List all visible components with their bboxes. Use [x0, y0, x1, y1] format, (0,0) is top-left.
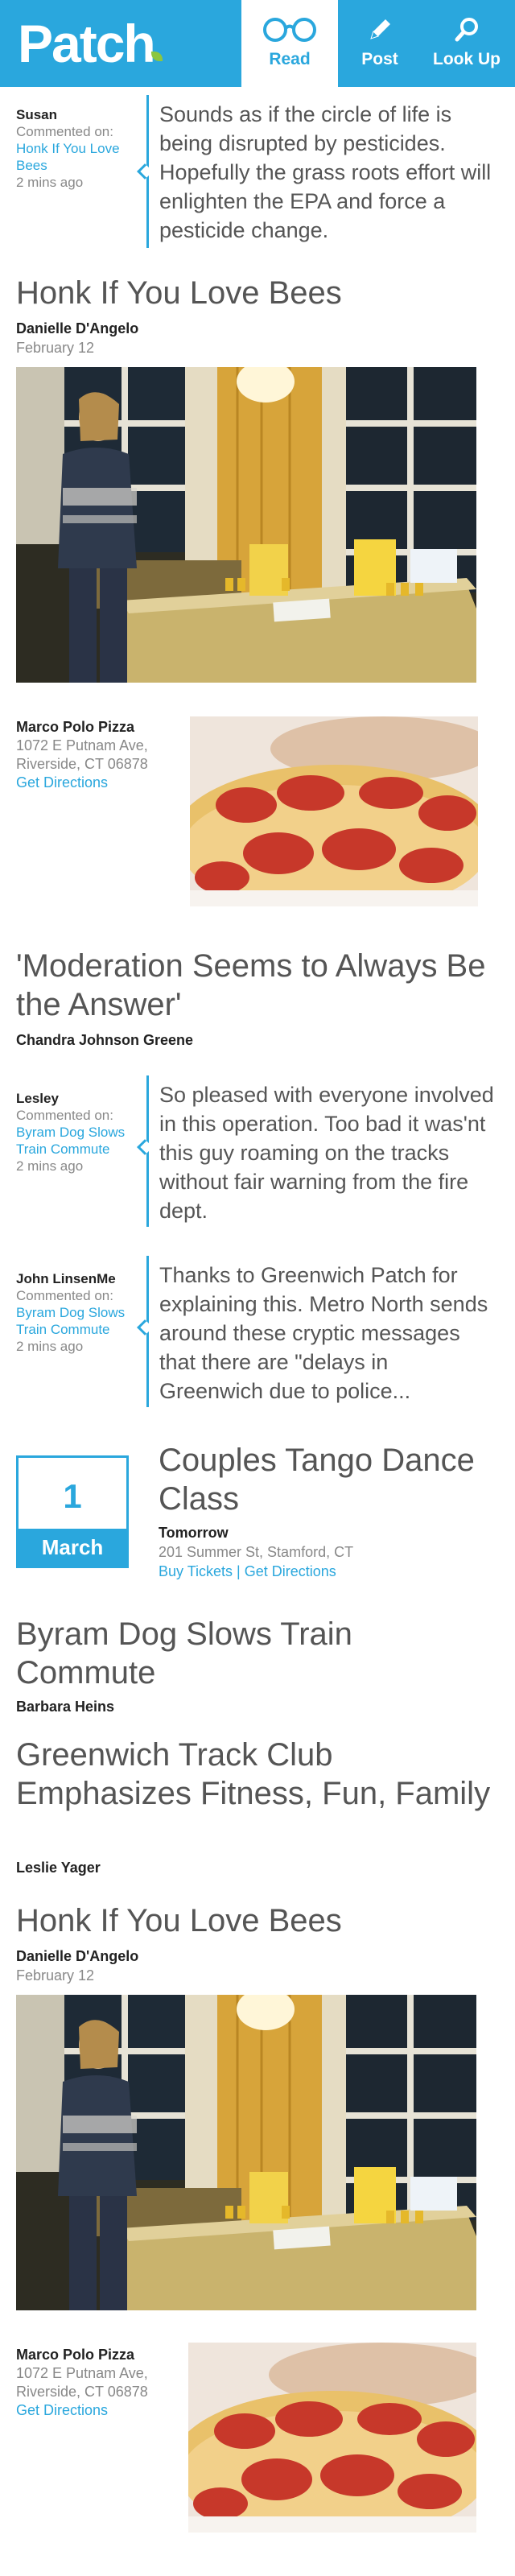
event-directions-link[interactable]: Get Directions — [245, 1563, 336, 1579]
nav-read-label: Read — [269, 50, 311, 68]
article-author[interactable]: Danielle D'Angelo — [16, 1948, 138, 1965]
patch-logo[interactable]: Patch — [18, 11, 156, 76]
ad-business-name[interactable]: Marco Polo Pizza — [16, 2346, 177, 2364]
commented-article-link[interactable]: Byram Dog Slows Train Commute — [16, 1124, 137, 1158]
pizza-photo-illustration — [190, 716, 478, 906]
article-date: February 12 — [16, 1967, 95, 1984]
pencil-icon — [370, 19, 390, 39]
ad-address: 1072 E Putnam Ave, Riverside, CT 06878 — [16, 2365, 148, 2400]
comment-time: 2 mins ago — [16, 1158, 84, 1174]
search-icon — [455, 18, 478, 42]
bee-event-photo-illustration — [16, 1995, 476, 2310]
comment-meta: Susan Commented on: Honk If You Love Bee… — [16, 106, 137, 191]
commented-article-link[interactable]: Byram Dog Slows Train Commute — [16, 1304, 137, 1338]
event-when: Tomorrow — [159, 1525, 229, 1541]
nav-lookup-label: Look Up — [433, 50, 501, 68]
ad-directions-link[interactable]: Get Directions — [16, 774, 177, 792]
comment-pointer — [137, 163, 153, 180]
event-month: March — [19, 1529, 126, 1566]
pizza-photo[interactable] — [188, 2343, 476, 2533]
comment-text[interactable]: Sounds as if the circle of life is being… — [159, 100, 497, 245]
article-author[interactable]: Danielle D'Angelo — [16, 320, 138, 337]
comment-meta: Lesley Commented on: Byram Dog Slows Tra… — [16, 1090, 137, 1174]
bee-event-photo[interactable] — [16, 1995, 476, 2310]
comment-card: Susan Commented on: Honk If You Love Bee… — [16, 95, 499, 248]
article-author[interactable]: Chandra Johnson Greene — [16, 1032, 193, 1049]
ad-info: Marco Polo Pizza 1072 E Putnam Ave, Rive… — [16, 2346, 177, 2420]
article-author[interactable]: Barbara Heins — [16, 1699, 114, 1715]
event-calendar-badge[interactable]: 1 March — [16, 1455, 129, 1568]
comment-time: 2 mins ago — [16, 1339, 84, 1354]
comment-text[interactable]: Thanks to Greenwich Patch for explaining… — [159, 1261, 497, 1406]
buy-tickets-link[interactable]: Buy Tickets — [159, 1563, 233, 1579]
comment-pointer — [137, 1319, 153, 1335]
comment-card: John LinsenMe Commented on: Byram Dog Sl… — [16, 1256, 499, 1407]
article-title[interactable]: Honk If You Love Bees — [16, 274, 499, 312]
article-title[interactable]: Honk If You Love Bees — [16, 1901, 499, 1940]
comment-pointer — [137, 1139, 153, 1155]
comment-meta: John LinsenMe Commented on: Byram Dog Sl… — [16, 1270, 137, 1355]
article-title[interactable]: Byram Dog Slows Train Commute — [16, 1615, 499, 1692]
nav-lookup[interactable]: Look Up — [418, 0, 515, 87]
bee-event-photo-illustration — [16, 367, 476, 683]
event-title[interactable]: Couples Tango Dance Class — [159, 1441, 496, 1518]
article-title[interactable]: Greenwich Track Club Emphasizes Fitness,… — [16, 1736, 499, 1813]
nav-read[interactable]: Read — [241, 0, 338, 87]
glasses-icon — [263, 18, 316, 42]
event-day: 1 — [63, 1477, 82, 1515]
comment-card: Lesley Commented on: Byram Dog Slows Tra… — [16, 1075, 499, 1227]
event-location: 201 Summer St, Stamford, CT — [159, 1544, 354, 1560]
pizza-photo[interactable] — [190, 716, 478, 906]
comment-author[interactable]: Susan — [16, 106, 137, 123]
nav-post-label: Post — [361, 50, 398, 68]
top-bar: Patch Read Post Look Up — [0, 0, 515, 87]
commented-on-label: Commented on: — [16, 124, 113, 139]
pizza-photo-illustration — [188, 2343, 476, 2533]
event-links: Buy Tickets | Get Directions — [159, 1563, 336, 1580]
bee-event-photo[interactable] — [16, 367, 476, 683]
nav-post[interactable]: Post — [332, 0, 428, 87]
comment-text[interactable]: So pleased with everyone involved in thi… — [159, 1080, 497, 1225]
ad-directions-link[interactable]: Get Directions — [16, 2401, 177, 2420]
comment-author[interactable]: Lesley — [16, 1090, 137, 1107]
article-date: February 12 — [16, 340, 95, 356]
article-title[interactable]: 'Moderation Seems to Always Be the Answe… — [16, 947, 499, 1024]
commented-on-label: Commented on: — [16, 1288, 113, 1303]
ad-address: 1072 E Putnam Ave, Riverside, CT 06878 — [16, 737, 148, 772]
commented-article-link[interactable]: Honk If You Love Bees — [16, 140, 137, 174]
link-separator: | — [237, 1563, 241, 1579]
comment-author[interactable]: John LinsenMe — [16, 1270, 137, 1287]
ad-business-name[interactable]: Marco Polo Pizza — [16, 718, 177, 737]
article-author[interactable]: Leslie Yager — [16, 1860, 101, 1876]
ad-info: Marco Polo Pizza 1072 E Putnam Ave, Rive… — [16, 718, 177, 792]
comment-time: 2 mins ago — [16, 175, 84, 190]
commented-on-label: Commented on: — [16, 1108, 113, 1123]
